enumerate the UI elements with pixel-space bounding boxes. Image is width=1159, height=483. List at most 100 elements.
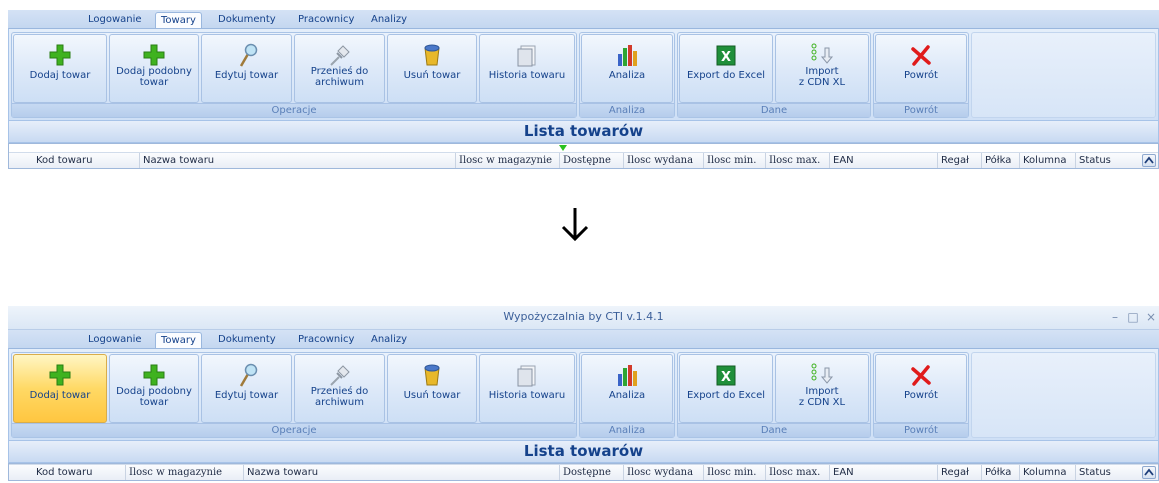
- tab-analizy[interactable]: Analizy: [366, 12, 412, 28]
- group-label-operacje: Operacje: [12, 103, 576, 117]
- import-cdn-button[interactable]: Import z CDN XL: [775, 354, 869, 423]
- arrow-down-icon: [561, 208, 589, 242]
- group-operacje: Dodaj towar Dodaj podobny towar Edytuj to…: [11, 32, 577, 118]
- tab-logowanie[interactable]: Logowanie: [83, 332, 147, 348]
- tab-analizy[interactable]: Analizy: [366, 332, 412, 348]
- column-header[interactable]: Ilosc min.: [703, 465, 765, 480]
- column-header[interactable]: Półka: [981, 465, 1019, 480]
- column-header[interactable]: EAN: [829, 465, 937, 480]
- edit-item-button[interactable]: Edytuj towar: [201, 354, 292, 423]
- analysis-button[interactable]: Analiza: [581, 354, 673, 423]
- close-x-icon: [911, 365, 931, 386]
- delete-item-label: Usuń towar: [403, 390, 461, 401]
- archive-label: Przenieś do archiwum: [310, 386, 369, 408]
- add-item-label: Dodaj towar: [29, 390, 91, 401]
- group-label-dane: Dane: [678, 423, 870, 437]
- column-header[interactable]: Regał: [937, 153, 981, 168]
- after-screenshot: Wypożyczalnia by CTI v.1.4.1 – □ × Logow…: [8, 306, 1159, 483]
- magnifier-icon: [239, 43, 257, 67]
- document-history-icon: [517, 365, 536, 387]
- column-header[interactable]: Ilosc min.: [703, 153, 765, 168]
- excel-icon: X: [716, 365, 736, 386]
- add-similar-button[interactable]: Dodaj podobny towar: [109, 354, 199, 423]
- pushpin-icon: [329, 45, 350, 66]
- return-button[interactable]: Powrót: [875, 354, 967, 423]
- tab-towary[interactable]: Towary: [155, 12, 202, 29]
- add-similar-label: Dodaj podobny towar: [116, 66, 192, 88]
- column-header[interactable]: Kolumna: [1019, 153, 1075, 168]
- add-item-label: Dodaj towar: [29, 70, 91, 81]
- column-header[interactable]: Półka: [981, 153, 1019, 168]
- item-history-label: Historia towaru: [488, 390, 566, 401]
- column-header[interactable]: Kod towaru: [33, 153, 139, 168]
- maximize-button[interactable]: □: [1127, 306, 1139, 328]
- group-label-powrot: Powrót: [874, 423, 968, 437]
- column-header[interactable]: Ilosc w magazynie: [455, 153, 559, 168]
- item-history-button[interactable]: Historia towaru: [479, 354, 575, 423]
- window-title: Wypożyczalnia by CTI v.1.4.1: [503, 310, 664, 323]
- group-label-dane: Dane: [678, 103, 870, 117]
- column-header[interactable]: Ilosc wydana: [623, 153, 703, 168]
- column-header[interactable]: Ilosc wydana: [623, 465, 703, 480]
- item-history-label: Historia towaru: [488, 70, 566, 81]
- item-history-button[interactable]: Historia towaru: [479, 34, 575, 103]
- tab-pracownicy[interactable]: Pracownicy: [293, 332, 359, 348]
- tab-dokumenty[interactable]: Dokumenty: [213, 12, 281, 28]
- column-drop-indicator-icon: [559, 145, 567, 151]
- group-label-operacje: Operacje: [12, 423, 576, 437]
- import-list-icon: [811, 363, 834, 384]
- items-grid: Kod towaru Ilosc w magazynie Nazwa towar…: [8, 463, 1159, 481]
- column-header[interactable]: Status: [1075, 465, 1125, 480]
- column-header[interactable]: Kolumna: [1019, 465, 1075, 480]
- column-header[interactable]: Ilosc max.: [765, 465, 829, 480]
- delete-item-label: Usuń towar: [403, 70, 461, 81]
- column-header[interactable]: Dostępne: [559, 153, 623, 168]
- scroll-up-button[interactable]: [1142, 466, 1156, 479]
- column-header[interactable]: Ilosc w magazynie: [125, 465, 243, 480]
- import-cdn-button[interactable]: Import z CDN XL: [775, 34, 869, 103]
- edit-item-button[interactable]: Edytuj towar: [201, 34, 292, 103]
- tab-pracownicy[interactable]: Pracownicy: [293, 12, 359, 28]
- export-excel-button[interactable]: X Export do Excel: [679, 354, 773, 423]
- edit-item-label: Edytuj towar: [214, 70, 279, 81]
- edit-item-label: Edytuj towar: [214, 390, 279, 401]
- analysis-button[interactable]: Analiza: [581, 34, 673, 103]
- grid-column-headers: Kod towaru Nazwa towaru Ilosc w magazyni…: [9, 152, 1158, 168]
- close-button[interactable]: ×: [1145, 306, 1157, 328]
- column-header[interactable]: Nazwa towaru: [243, 465, 559, 480]
- column-header[interactable]: Regał: [937, 465, 981, 480]
- ribbon-empty-area: [971, 32, 1156, 118]
- column-header[interactable]: Ilosc max.: [765, 153, 829, 168]
- group-dane: X Export do Excel Import z CDN XL Dane: [677, 32, 871, 118]
- group-analiza: Analiza Analiza: [579, 32, 675, 118]
- tab-dokumenty[interactable]: Dokumenty: [213, 332, 281, 348]
- export-excel-button[interactable]: X Export do Excel: [679, 34, 773, 103]
- return-button[interactable]: Powrót: [875, 34, 967, 103]
- import-cdn-label: Import z CDN XL: [798, 386, 846, 408]
- group-label-analiza: Analiza: [580, 103, 674, 117]
- column-header[interactable]: Status: [1075, 153, 1125, 168]
- add-similar-button[interactable]: Dodaj podobny towar: [109, 34, 199, 103]
- scroll-up-button[interactable]: [1142, 154, 1156, 167]
- column-header[interactable]: Nazwa towaru: [139, 153, 455, 168]
- tab-towary[interactable]: Towary: [155, 332, 202, 349]
- pushpin-icon: [329, 365, 350, 386]
- add-item-button[interactable]: Dodaj towar: [13, 34, 107, 103]
- add-plus-icon: [49, 364, 71, 386]
- magnifier-icon: [239, 363, 257, 387]
- add-item-button[interactable]: Dodaj towar: [13, 354, 107, 423]
- column-header[interactable]: Dostępne: [559, 465, 623, 480]
- delete-item-button[interactable]: Usuń towar: [387, 34, 477, 103]
- column-header[interactable]: EAN: [829, 153, 937, 168]
- archive-label: Przenieś do archiwum: [310, 66, 369, 88]
- ribbon-empty-area: [971, 352, 1156, 438]
- analysis-label: Analiza: [608, 390, 646, 401]
- archive-button[interactable]: Przenieś do archiwum: [294, 354, 385, 423]
- minimize-button[interactable]: –: [1109, 306, 1121, 328]
- add-plus-icon: [143, 44, 165, 66]
- delete-item-button[interactable]: Usuń towar: [387, 354, 477, 423]
- archive-button[interactable]: Przenieś do archiwum: [294, 34, 385, 103]
- tab-logowanie[interactable]: Logowanie: [83, 12, 147, 28]
- ribbon-tabs: Logowanie Towary Dokumenty Pracownicy An…: [8, 330, 1159, 349]
- column-header[interactable]: Kod towaru: [33, 465, 125, 480]
